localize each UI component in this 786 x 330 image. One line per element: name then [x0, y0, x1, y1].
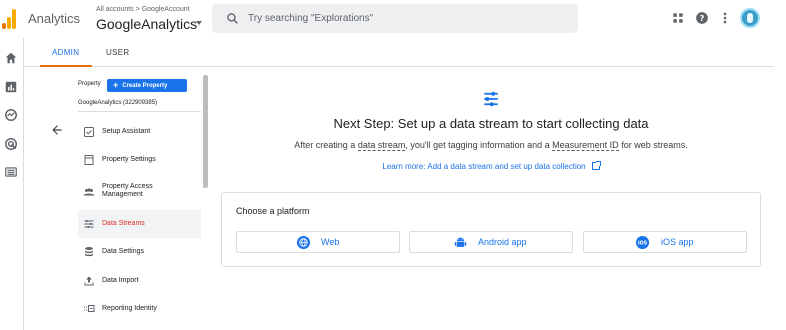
top-bar: Analytics All accounts > GoogleAccount G… — [0, 0, 786, 38]
web-platform-button[interactable]: Web — [236, 231, 400, 253]
sidebar-item-label: Property Settings — [102, 156, 156, 163]
platform-card: Choose a platform Web Android app iOS iO… — [221, 192, 761, 267]
apps-grid-icon[interactable] — [671, 11, 685, 25]
search-icon — [227, 13, 238, 24]
property-name[interactable]: GoogleAnalytics (322909385) — [78, 100, 157, 106]
tab-admin[interactable]: ADMIN — [52, 48, 79, 57]
sidebar-item-label: Setup Assistant — [102, 128, 151, 135]
account-selector[interactable]: GoogleAnalytics — [96, 16, 197, 32]
streams-icon — [84, 220, 94, 228]
tab-user[interactable]: USER — [106, 48, 129, 57]
svg-text:iOS: iOS — [638, 240, 648, 246]
sidebar-item-label: Reporting Identity — [102, 305, 157, 312]
sidebar-item-label: Data Streams — [102, 220, 145, 227]
people-icon — [83, 188, 95, 196]
property-column: Property + Create Property GoogleAnalytic… — [38, 67, 210, 330]
android-icon — [454, 237, 467, 247]
divider — [78, 111, 201, 112]
product-name[interactable]: Analytics — [28, 11, 80, 26]
advertising-icon[interactable] — [4, 137, 18, 151]
document-icon — [84, 155, 94, 165]
learn-more-label: Learn more: Add a data stream and set up… — [382, 162, 586, 171]
search-bar[interactable] — [212, 4, 578, 33]
reporting-identity-icon — [84, 305, 95, 312]
breadcrumb[interactable]: All accounts > GoogleAccount — [96, 6, 190, 13]
admin-user-tabs: ADMIN USER — [24, 38, 774, 67]
more-vert-icon[interactable] — [718, 11, 732, 25]
data-stream-icon — [484, 91, 498, 107]
ios-icon: iOS — [636, 236, 649, 249]
google-analytics-logo[interactable] — [2, 9, 18, 29]
sidebar-item-data-import[interactable]: Data Import — [78, 267, 201, 295]
android-app-label: Android app — [478, 237, 527, 247]
back-arrow-icon[interactable] — [50, 123, 64, 137]
sidebar-item-label: Data Import — [102, 277, 139, 284]
checkbox-icon — [84, 127, 94, 137]
description-part: for web streams. — [618, 140, 688, 150]
create-property-button[interactable]: + Create Property — [107, 79, 187, 92]
sidebar-item-data-streams[interactable]: Data Streams — [78, 210, 201, 238]
explore-icon[interactable] — [4, 108, 18, 122]
database-icon — [85, 247, 93, 257]
android-app-platform-button[interactable]: Android app — [409, 231, 573, 253]
measurement-id-term[interactable]: Measurement ID — [552, 140, 619, 151]
sidebar-item-data-settings[interactable]: Data Settings — [78, 238, 201, 266]
description-part: , you'll get tagging information and a — [405, 140, 553, 150]
description-text: After creating a data stream, you'll get… — [221, 140, 761, 151]
sidebar-item-property-access-management[interactable]: Property Access Management — [78, 178, 201, 206]
sidebar-item-reporting-identity[interactable]: Reporting Identity — [78, 295, 201, 323]
ios-app-label: iOS app — [661, 237, 694, 247]
plus-icon: + — [113, 80, 119, 90]
globe-icon — [297, 236, 310, 249]
svg-text:?: ? — [700, 13, 705, 23]
choose-platform-label: Choose a platform — [236, 206, 310, 216]
sidebar-item-label: Property Access Management — [102, 183, 153, 198]
help-icon[interactable]: ? — [695, 11, 709, 25]
left-nav-rail — [0, 38, 24, 330]
learn-more-link[interactable]: Learn more: Add a data stream and set up… — [221, 161, 761, 171]
configure-icon[interactable] — [4, 165, 18, 179]
search-input[interactable] — [248, 4, 568, 33]
web-label: Web — [321, 237, 340, 247]
ios-app-platform-button[interactable]: iOS iOS app — [583, 231, 747, 253]
home-icon[interactable] — [4, 51, 18, 65]
reports-icon[interactable] — [4, 80, 18, 94]
avatar[interactable] — [740, 8, 760, 28]
sidebar-item-setup-assistant[interactable]: Setup Assistant — [78, 118, 201, 146]
open-in-new-icon — [591, 161, 601, 170]
page-title: Next Step: Set up a data stream to start… — [333, 116, 649, 131]
sidebar-item-label: Data Settings — [102, 248, 145, 255]
data-stream-term[interactable]: data stream — [357, 140, 406, 151]
chevron-down-icon[interactable] — [196, 21, 202, 25]
create-property-label: Create Property — [122, 83, 168, 89]
sidebar-item-property-settings[interactable]: Property Settings — [78, 146, 201, 174]
upload-icon — [84, 276, 94, 286]
property-label: Property — [78, 81, 101, 87]
scrollbar[interactable] — [203, 75, 208, 188]
description-part: After creating a — [294, 140, 358, 150]
